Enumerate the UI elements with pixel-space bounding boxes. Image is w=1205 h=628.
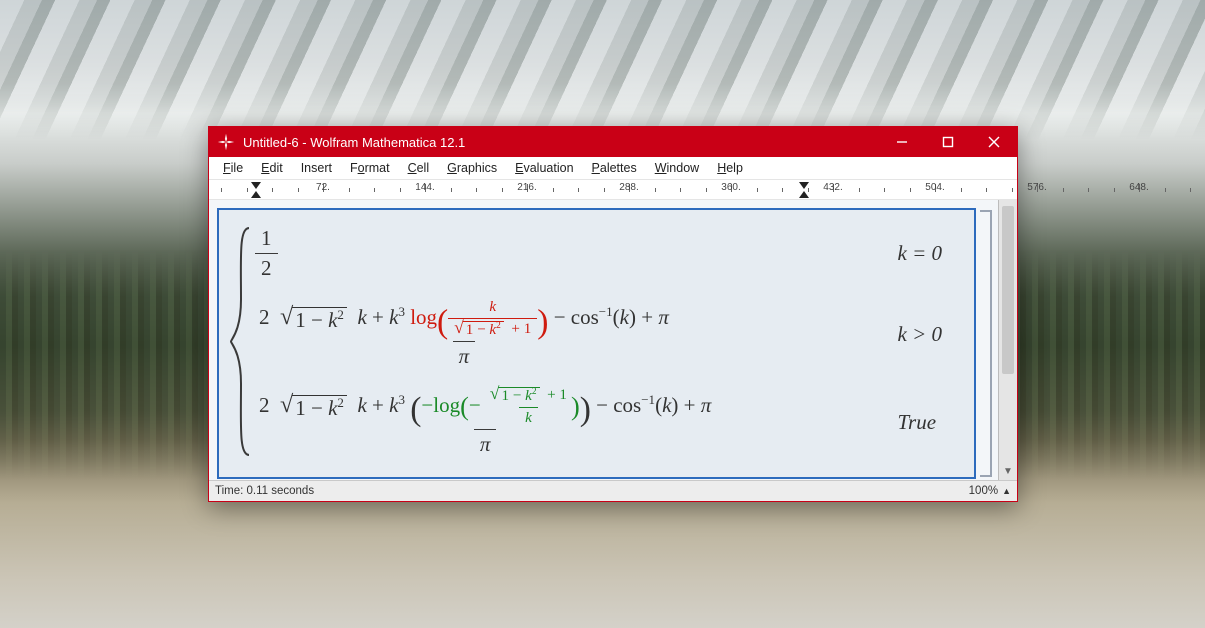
menu-edit[interactable]: Edit <box>253 159 291 177</box>
ruler-label: 216. <box>517 182 536 193</box>
mathematica-window: Untitled-6 - Wolfram Mathematica 12.1 Fi… <box>208 126 1018 502</box>
ruler-label: 360. <box>721 182 740 193</box>
ruler-label: 288. <box>619 182 638 193</box>
menu-window[interactable]: Window <box>647 159 707 177</box>
ruler-label: 144. <box>415 182 434 193</box>
piecewise-expression: 1 2 k = 0 2 <box>229 226 952 457</box>
zoom-control[interactable]: 100% ▲ <box>969 485 1011 497</box>
minimize-button[interactable] <box>879 127 925 157</box>
menu-graphics[interactable]: Graphics <box>439 159 505 177</box>
case-3-value: 2 √1 − k2 k + k3 (−log(− √1 − k2 <box>255 387 864 457</box>
first-line-indent-marker[interactable] <box>251 182 261 189</box>
ruler-label: 432. <box>823 182 842 193</box>
statusbar: Time: 0.11 seconds 100% ▲ <box>209 480 1017 501</box>
zoom-value: 100% <box>969 485 998 497</box>
mathematica-spikey-icon <box>217 133 235 151</box>
menu-cell[interactable]: Cell <box>400 159 438 177</box>
case-2-condition: k > 0 <box>898 322 953 347</box>
left-indent-marker[interactable] <box>251 191 261 198</box>
timing-label: Time: 0.11 seconds <box>215 485 314 497</box>
case-1-condition: k = 0 <box>898 241 953 266</box>
ruler-label: 504. <box>925 182 944 193</box>
denominator: 2 <box>255 253 278 281</box>
output-cell[interactable]: 1 2 k = 0 2 <box>217 208 976 479</box>
chevron-up-icon: ▲ <box>1002 486 1011 496</box>
ruler-label: 576. <box>1027 182 1046 193</box>
desktop-wallpaper: Untitled-6 - Wolfram Mathematica 12.1 Fi… <box>0 0 1205 628</box>
left-brace-icon <box>229 226 255 457</box>
menu-file[interactable]: File <box>215 159 251 177</box>
menu-evaluation[interactable]: Evaluation <box>507 159 581 177</box>
client-area: 1 2 k = 0 2 <box>209 200 1017 480</box>
menubar: FileEditInsertFormatCellGraphicsEvaluati… <box>209 157 1017 180</box>
case-1-value: 1 2 <box>255 226 864 281</box>
maximize-button[interactable] <box>925 127 971 157</box>
cell-bracket[interactable] <box>980 210 992 477</box>
titlebar[interactable]: Untitled-6 - Wolfram Mathematica 12.1 <box>209 127 1017 157</box>
right-indent-marker-bottom[interactable] <box>799 191 809 198</box>
scroll-down-button[interactable]: ▼ <box>999 462 1017 480</box>
vertical-scrollbar[interactable]: ▲ ▼ <box>998 200 1017 480</box>
window-title: Untitled-6 - Wolfram Mathematica 12.1 <box>243 135 879 150</box>
scrollbar-thumb[interactable] <box>1002 206 1014 374</box>
ruler-ticks: 72.144.216.288.360.432.504.576.648.720. <box>209 180 1017 200</box>
menu-insert[interactable]: Insert <box>293 159 340 177</box>
close-button[interactable] <box>971 127 1017 157</box>
menu-help[interactable]: Help <box>709 159 751 177</box>
right-indent-marker-top[interactable] <box>799 182 809 189</box>
ruler-label: 72. <box>316 182 330 193</box>
numerator: 1 <box>257 226 276 253</box>
menu-format[interactable]: Format <box>342 159 398 177</box>
ruler-label: 648. <box>1129 182 1148 193</box>
case-3-condition: True <box>898 410 953 435</box>
case-2-value: 2 √1 − k2 k + k3 log( k <box>255 299 864 369</box>
notebook-area[interactable]: 1 2 k = 0 2 <box>209 200 998 480</box>
ruler[interactable]: 72.144.216.288.360.432.504.576.648.720. <box>209 180 1017 201</box>
menu-palettes[interactable]: Palettes <box>584 159 645 177</box>
